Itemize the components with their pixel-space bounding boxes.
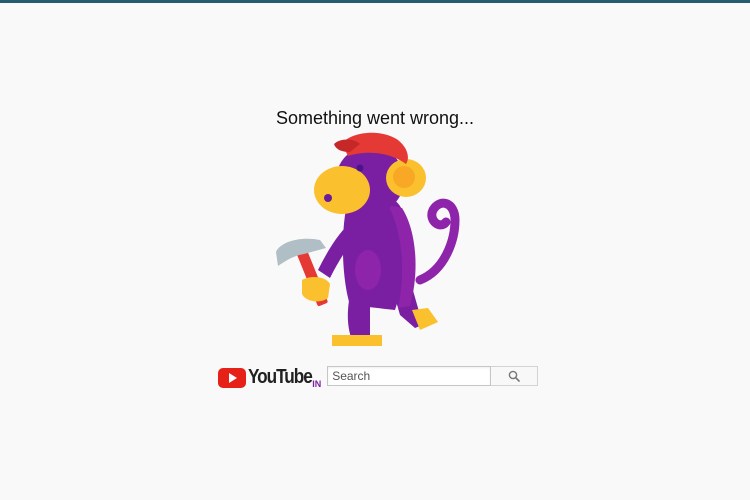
monkey-nostril xyxy=(324,194,332,202)
monkey-face xyxy=(314,166,370,214)
error-message: Something went wrong... xyxy=(275,108,475,128)
logo-country-code: IN xyxy=(312,379,322,389)
youtube-logo[interactable]: YouTube IN xyxy=(218,364,322,389)
search-icon xyxy=(508,370,520,382)
brand-search-row: YouTube IN xyxy=(218,364,539,389)
monkey-hand xyxy=(302,276,330,302)
search-button[interactable] xyxy=(491,366,539,386)
monkey-eye xyxy=(356,164,364,172)
logo-wordmark: YouTube xyxy=(248,366,313,388)
top-accent-bar xyxy=(0,0,750,3)
monkey-belly xyxy=(355,250,381,290)
monkey-illustration xyxy=(276,132,460,346)
monkey-front-leg xyxy=(347,295,370,340)
search-input[interactable] xyxy=(327,366,492,386)
error-page: Something went wrong... YouTube IN Searc… xyxy=(0,0,750,500)
monkey-tail xyxy=(415,198,460,285)
youtube-play-icon xyxy=(218,368,246,388)
monkey-front-foot xyxy=(332,335,382,346)
monkey-ear-inner xyxy=(393,166,415,188)
search-form xyxy=(327,366,539,386)
